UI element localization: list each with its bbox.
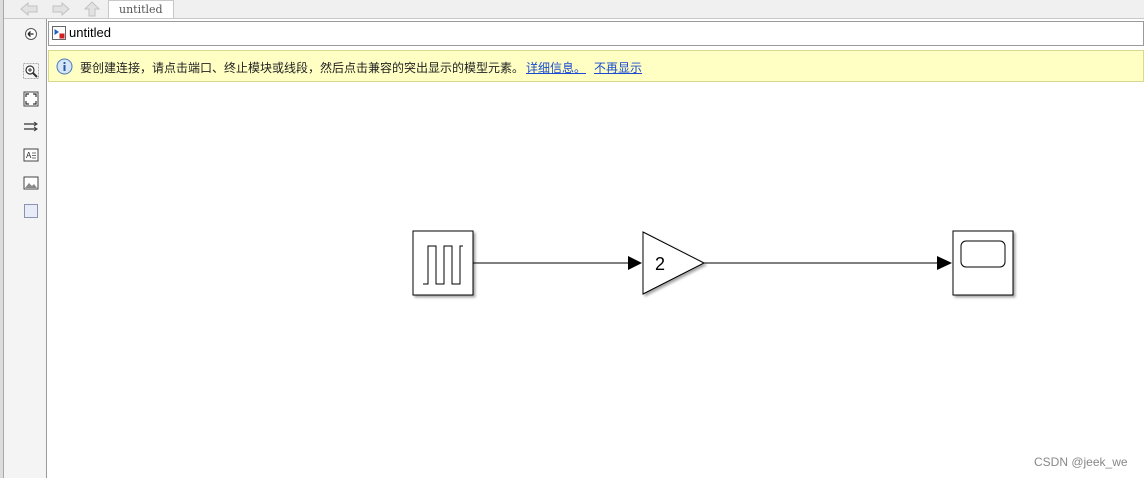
area-button[interactable] [23, 203, 39, 219]
annotation-button[interactable]: A [23, 147, 39, 163]
image-button[interactable] [23, 175, 39, 191]
zoom-in-icon [23, 63, 39, 79]
model-breadcrumb[interactable]: untitled [48, 21, 1144, 46]
details-link[interactable]: 详细信息。 [526, 61, 586, 75]
pulse-generator-block[interactable] [412, 230, 474, 296]
arrow-up-icon [84, 1, 100, 17]
arrow-right-icon [52, 2, 70, 16]
top-navigation-bar: untitled [0, 0, 1144, 19]
scope-block[interactable] [952, 230, 1014, 296]
watermark: CSDN @jeek_we [1034, 455, 1128, 469]
forward-button[interactable] [50, 1, 72, 17]
text-annotation-icon: A [23, 148, 39, 162]
collapse-arrow-icon [25, 28, 37, 40]
scope-screen-icon [960, 240, 1006, 268]
breadcrumb-label[interactable]: untitled [69, 25, 111, 40]
signal-line-2-arrow [937, 256, 952, 270]
arrow-left-icon [20, 2, 38, 16]
info-icon [56, 58, 73, 75]
model-canvas[interactable]: 2 [48, 83, 1144, 478]
image-icon [23, 176, 39, 190]
hide-show-explorer-button[interactable] [23, 26, 39, 42]
back-button[interactable] [18, 1, 40, 17]
info-notification-bar: 要创建连接，请点击端口、终止模块或线段，然后点击兼容的突出显示的模型元素。 详细信… [48, 50, 1144, 82]
svg-text:A: A [26, 151, 32, 160]
fit-to-view-button[interactable] [23, 91, 39, 107]
tool-palette: A [4, 19, 47, 478]
notice-message-text: 要创建连接，请点击端口、终止模块或线段，然后点击兼容的突出显示的模型元素。 [80, 61, 525, 75]
up-button[interactable] [81, 1, 103, 17]
signal-line-1-arrow [628, 256, 642, 270]
area-box-icon [24, 204, 38, 218]
simulink-diagram: 2 [412, 230, 1014, 296]
signal-routing-button[interactable] [23, 119, 39, 135]
model-icon [52, 26, 66, 40]
gain-block[interactable]: 2 [642, 231, 706, 295]
gain-value: 2 [655, 254, 665, 274]
notice-message: 要创建连接，请点击端口、终止模块或线段，然后点击兼容的突出显示的模型元素。 详细信… [80, 59, 642, 76]
arrow-lines-icon [24, 121, 38, 132]
tab-untitled[interactable]: untitled [108, 0, 174, 18]
dont-show-again-link[interactable]: 不再显示 [594, 61, 642, 75]
zoom-button[interactable] [23, 63, 39, 79]
fit-to-view-icon [23, 91, 39, 107]
